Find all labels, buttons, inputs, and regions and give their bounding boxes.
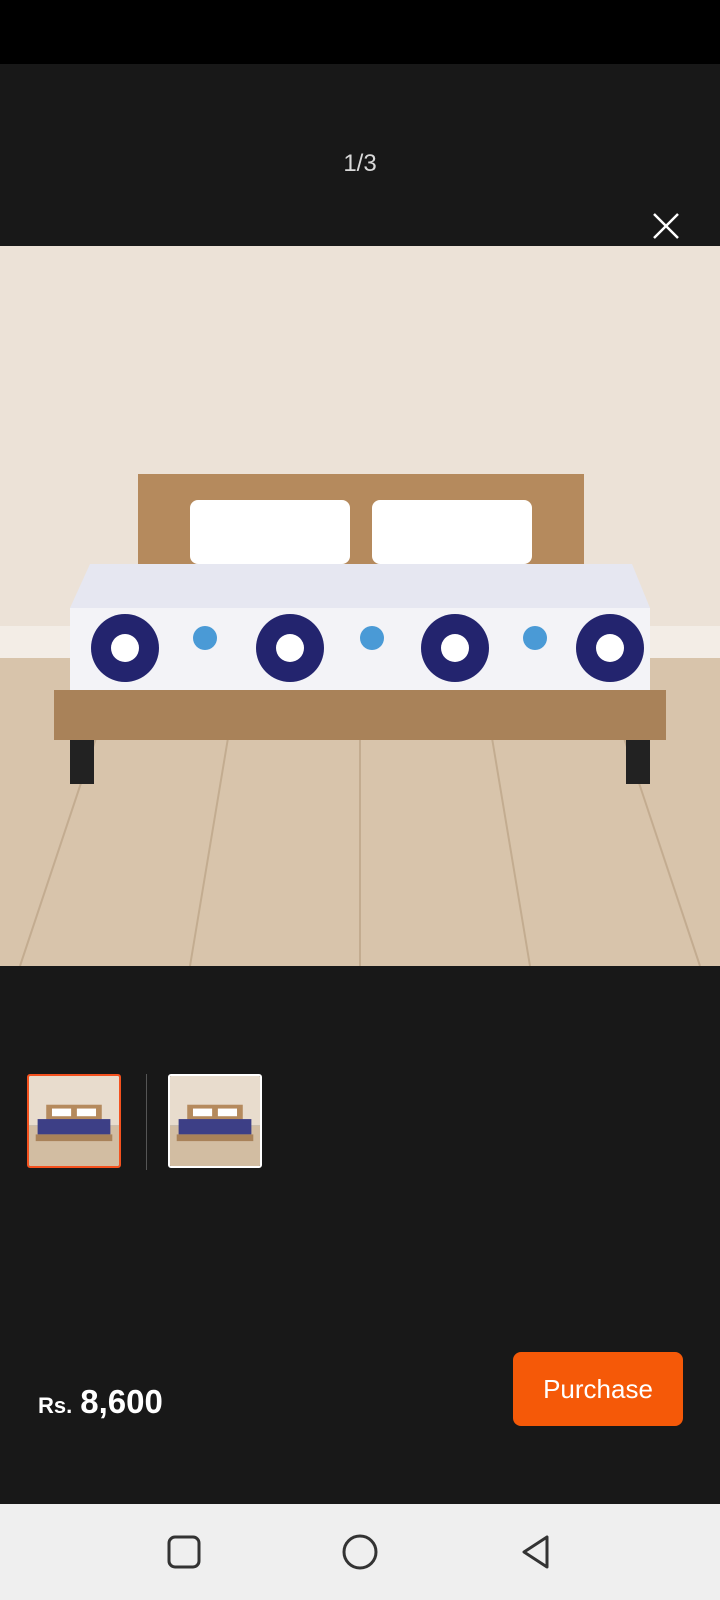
thumbnail-image <box>170 1076 260 1166</box>
close-icon <box>653 213 679 239</box>
home-button[interactable] <box>338 1530 382 1574</box>
price-amount: 8,600 <box>80 1383 163 1420</box>
square-icon <box>167 1535 201 1569</box>
back-button[interactable] <box>514 1530 558 1574</box>
system-nav-bar <box>0 1504 720 1600</box>
thumbnail-2[interactable] <box>168 1074 262 1168</box>
recents-button[interactable] <box>162 1530 206 1574</box>
price: Rs. 8,600 <box>38 1383 163 1421</box>
mattress-bed-image <box>0 246 720 966</box>
thumbnail-strip <box>0 1074 720 1170</box>
thumbnail-divider <box>146 1074 147 1170</box>
product-main-image[interactable] <box>0 246 720 966</box>
close-button[interactable] <box>644 204 688 248</box>
triangle-back-icon <box>522 1535 549 1569</box>
image-counter: 1/3 <box>343 150 377 177</box>
thumbnail-image <box>29 1076 119 1166</box>
price-currency: Rs. <box>38 1393 73 1418</box>
status-bar <box>0 0 720 64</box>
gallery-header: 1/3 <box>0 64 720 246</box>
purchase-button[interactable]: Purchase <box>513 1352 683 1426</box>
circle-icon <box>342 1534 378 1570</box>
thumbnail-1[interactable] <box>27 1074 121 1168</box>
